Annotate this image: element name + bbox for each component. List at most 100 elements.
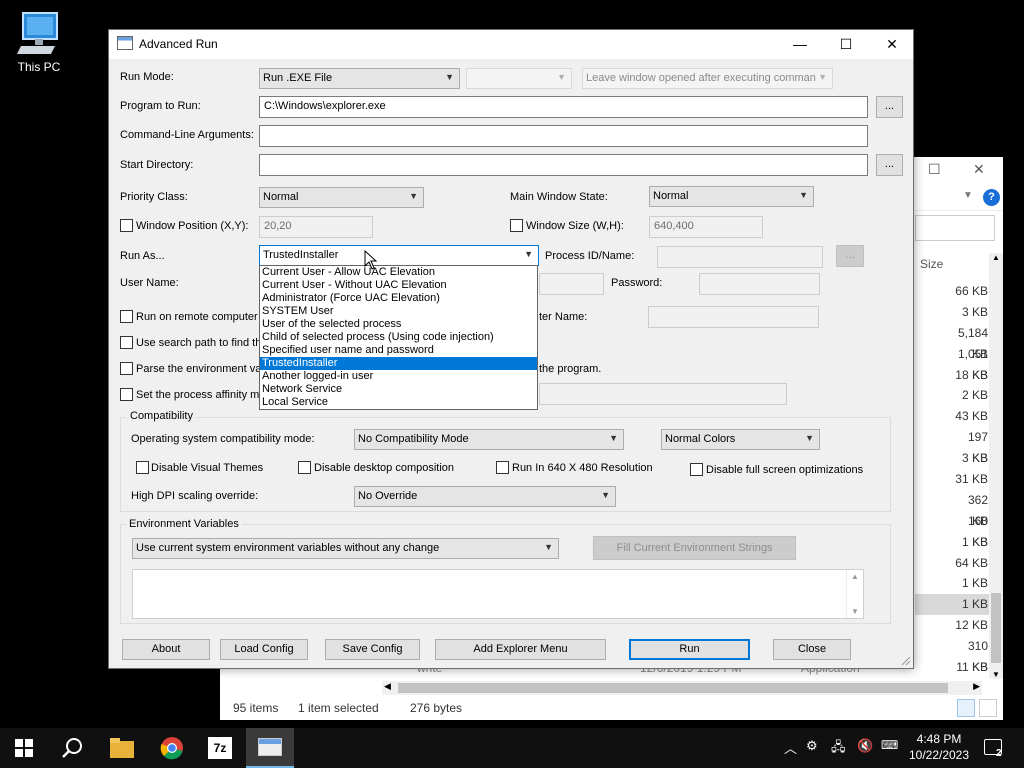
volume-muted-icon[interactable]: 🔇 bbox=[857, 738, 873, 754]
disable-desktop-composition-checkbox[interactable] bbox=[298, 461, 311, 474]
search-button[interactable] bbox=[48, 728, 96, 768]
this-pc-desktop-icon[interactable]: This PC bbox=[10, 8, 68, 76]
chevron-down-icon[interactable]: ▼ bbox=[963, 190, 973, 201]
column-header-size[interactable]: Size bbox=[920, 257, 943, 271]
minimize-button[interactable]: — bbox=[777, 30, 823, 59]
run-as-option[interactable]: Current User - Allow UAC Elevation bbox=[260, 266, 537, 279]
network-icon[interactable]: 🖧 bbox=[831, 738, 846, 760]
keyboard-icon[interactable]: ⌨ bbox=[881, 738, 898, 752]
network-sharing-icon[interactable]: ⚙ bbox=[806, 738, 818, 754]
run-as-option[interactable]: Another logged-in user bbox=[260, 370, 537, 383]
process-browse-button[interactable]: ... bbox=[836, 245, 864, 267]
window-size-input[interactable]: 640,400 bbox=[649, 216, 763, 238]
run-as-option[interactable]: Specified user name and password bbox=[260, 344, 537, 357]
run-as-option[interactable]: Child of selected process (Using code in… bbox=[260, 331, 537, 344]
run-as-option[interactable]: SYSTEM User bbox=[260, 305, 537, 318]
cmdline-input[interactable] bbox=[259, 125, 868, 147]
run-mode-select[interactable]: Run .EXE File ▼ bbox=[259, 68, 460, 89]
priority-select[interactable]: Normal ▼ bbox=[259, 187, 424, 208]
run-as-option[interactable]: TrustedInstaller bbox=[260, 357, 537, 370]
file-size-cell: 66 KB bbox=[955, 284, 988, 298]
run-as-option[interactable]: Network Service bbox=[260, 383, 537, 396]
scroll-left-icon[interactable]: ◀ bbox=[384, 681, 391, 692]
run-640-checkbox[interactable] bbox=[496, 461, 509, 474]
password-input[interactable] bbox=[699, 273, 820, 295]
disable-fullscreen-checkbox[interactable] bbox=[690, 463, 703, 476]
large-icons-view-icon[interactable] bbox=[979, 699, 997, 717]
add-explorer-menu-button[interactable]: Add Explorer Menu bbox=[435, 639, 606, 660]
details-view-icon[interactable] bbox=[957, 699, 975, 717]
main-window-state-select[interactable]: Normal ▼ bbox=[649, 186, 814, 207]
show-hidden-icons-icon[interactable]: ︿ bbox=[784, 738, 797, 757]
os-compat-select[interactable]: No Compatibility Mode ▼ bbox=[354, 429, 624, 450]
scroll-up-icon[interactable]: ▲ bbox=[851, 572, 859, 581]
search-path-checkbox[interactable] bbox=[120, 336, 133, 349]
scroll-right-icon[interactable]: ▶ bbox=[973, 681, 980, 692]
run-as-option[interactable]: User of the selected process bbox=[260, 318, 537, 331]
run-as-dropdown-list[interactable]: Current User - Allow UAC Elevation Curren… bbox=[259, 265, 538, 410]
close-icon[interactable]: ✕ bbox=[973, 161, 985, 178]
startdir-input[interactable] bbox=[259, 154, 868, 176]
chevron-down-icon: ▼ bbox=[544, 542, 553, 552]
system-clock[interactable]: 4:48 PM 10/22/2023 bbox=[908, 731, 970, 763]
start-button[interactable] bbox=[0, 728, 48, 768]
taskbar-7zip[interactable]: 7z bbox=[196, 728, 244, 768]
startdir-label: Start Directory: bbox=[120, 159, 194, 171]
taskbar-file-explorer[interactable] bbox=[98, 728, 146, 768]
about-button[interactable]: About bbox=[122, 639, 210, 660]
maximize-button[interactable]: ☐ bbox=[823, 30, 869, 59]
taskbar-chrome[interactable] bbox=[148, 728, 196, 768]
file-size-cell: 31 KB bbox=[955, 472, 988, 487]
colors-select[interactable]: Normal Colors ▼ bbox=[661, 429, 820, 450]
run-as-option[interactable]: Current User - Without UAC Elevation bbox=[260, 279, 537, 292]
help-icon[interactable]: ? bbox=[983, 189, 1000, 206]
run-as-select[interactable]: TrustedInstaller ▼ bbox=[259, 245, 539, 266]
window-position-input[interactable]: 20,20 bbox=[259, 216, 373, 238]
textarea-scrollbar[interactable]: ▲ ▼ bbox=[846, 570, 863, 618]
file-size-cell: 43 KB bbox=[955, 409, 988, 424]
run-button[interactable]: Run bbox=[629, 639, 750, 660]
file-size-cell: 5,184 KB bbox=[957, 325, 988, 361]
resize-grip-icon[interactable] bbox=[901, 656, 911, 666]
maximize-icon[interactable]: ☐ bbox=[928, 161, 941, 178]
os-compat-value: No Compatibility Mode bbox=[358, 433, 469, 445]
affinity-checkbox[interactable] bbox=[120, 388, 133, 401]
vertical-scrollbar[interactable]: ▲ ▼ bbox=[989, 253, 1003, 679]
disable-visual-themes-checkbox[interactable] bbox=[136, 461, 149, 474]
scrollbar-thumb[interactable] bbox=[991, 593, 1001, 663]
affinity-input[interactable] bbox=[539, 383, 787, 405]
run-as-option[interactable]: Administrator (Force UAC Elevation) bbox=[260, 292, 537, 305]
remote-computer-checkbox[interactable] bbox=[120, 310, 133, 323]
save-config-button[interactable]: Save Config bbox=[325, 639, 420, 660]
fill-env-button[interactable]: Fill Current Environment Strings bbox=[593, 536, 796, 560]
computer-name-input[interactable] bbox=[648, 306, 819, 328]
search-box[interactable] bbox=[915, 215, 995, 241]
hscrollbar-thumb[interactable] bbox=[398, 683, 948, 693]
scroll-up-icon[interactable]: ▲ bbox=[992, 253, 1000, 262]
load-config-button[interactable]: Load Config bbox=[220, 639, 308, 660]
horizontal-scrollbar[interactable]: ◀ ▶ bbox=[382, 681, 982, 695]
taskbar-advanced-run[interactable] bbox=[246, 728, 294, 768]
startdir-browse-button[interactable]: ... bbox=[876, 154, 903, 176]
program-input[interactable]: C:\Windows\explorer.exe bbox=[259, 96, 868, 118]
notification-count-badge: 2 bbox=[996, 748, 1002, 759]
dpi-select[interactable]: No Override ▼ bbox=[354, 486, 616, 507]
parse-env-checkbox[interactable] bbox=[120, 362, 133, 375]
remote-computer-label: Run on remote computer bbox=[136, 311, 258, 323]
program-browse-button[interactable]: ... bbox=[876, 96, 903, 118]
window-size-checkbox[interactable] bbox=[510, 219, 523, 232]
close-dialog-button[interactable]: Close bbox=[773, 639, 851, 660]
chevron-down-icon: ▼ bbox=[609, 433, 618, 443]
maximize-icon: ☐ bbox=[839, 36, 853, 52]
window-position-checkbox[interactable] bbox=[120, 219, 133, 232]
scroll-down-icon[interactable]: ▼ bbox=[992, 670, 1000, 679]
process-id-input[interactable] bbox=[657, 246, 823, 268]
close-button[interactable]: ✕ bbox=[869, 30, 915, 59]
run-mode-secondary-select[interactable]: ▼ bbox=[466, 68, 572, 89]
env-select[interactable]: Use current system environment variables… bbox=[132, 538, 559, 559]
leave-window-open-select[interactable]: Leave window opened after executing comm… bbox=[582, 68, 833, 89]
env-strings-textarea[interactable]: ▲ ▼ bbox=[132, 569, 864, 619]
scroll-down-icon[interactable]: ▼ bbox=[851, 607, 859, 616]
user-name-input[interactable] bbox=[539, 273, 604, 295]
run-as-option[interactable]: Local Service bbox=[260, 396, 537, 409]
